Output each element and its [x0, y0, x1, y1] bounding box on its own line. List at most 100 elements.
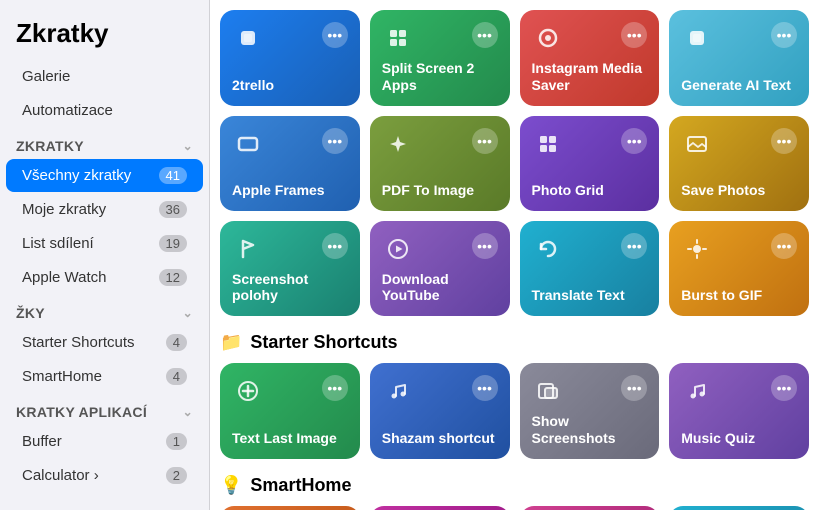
- sidebar-top-links: Galerie Automatizace: [0, 59, 209, 128]
- sidebar-badge: 41: [159, 167, 187, 184]
- section-grid-smarthome: ••• SmartHome 1 ••• SmartHome 2 ••• Smar…: [220, 506, 809, 510]
- section-title: Starter Shortcuts: [250, 332, 397, 353]
- card-more-button[interactable]: •••: [771, 233, 797, 259]
- sidebar-item-automatizace[interactable]: Automatizace: [6, 94, 203, 127]
- sidebar-item-galerie[interactable]: Galerie: [6, 60, 203, 93]
- sidebar-badge: 4: [166, 368, 187, 385]
- main-card-7-card[interactable]: ••• Save Photos: [669, 116, 809, 211]
- main-card-3-card[interactable]: ••• Generate AI Text: [669, 10, 809, 106]
- card-more-button[interactable]: •••: [771, 128, 797, 154]
- sidebar-item-list[interactable]: List sdílení19: [6, 227, 203, 260]
- section-header-starter: 📁 Starter Shortcuts: [220, 332, 809, 353]
- card-more-button[interactable]: •••: [621, 233, 647, 259]
- sidebar-badge: 12: [159, 269, 187, 286]
- card-title: Apple Frames: [232, 176, 348, 199]
- sidebar-item-moje[interactable]: Moje zkratky36: [6, 193, 203, 226]
- card-icon: [382, 233, 414, 265]
- starter-card-3-card[interactable]: ••• Music Quiz: [669, 363, 809, 459]
- sidebar-item-buffer[interactable]: Buffer1: [6, 425, 203, 458]
- card-icon: [382, 375, 414, 407]
- main-card-5-card[interactable]: ••• PDF To Image: [370, 116, 510, 211]
- card-more-button[interactable]: •••: [472, 22, 498, 48]
- card-more-button[interactable]: •••: [472, 233, 498, 259]
- sidebar-section-header-žky: žky⌄: [0, 295, 209, 325]
- card-more-button[interactable]: •••: [621, 375, 647, 401]
- card-title: Shazam shortcut: [382, 424, 498, 447]
- card-icon: [532, 233, 564, 265]
- card-icon: [382, 22, 414, 54]
- card-title: Burst to GIF: [681, 281, 797, 304]
- main-card-2-card[interactable]: ••• Instagram Media Saver: [520, 10, 660, 106]
- smarthome-card-3-card[interactable]: ••• SmartHome 4: [669, 506, 809, 510]
- card-top: •••: [681, 128, 797, 160]
- card-title: Screenshot polohy: [232, 265, 348, 305]
- card-icon: [681, 375, 713, 407]
- starter-card-1-card[interactable]: ••• Shazam shortcut: [370, 363, 510, 459]
- starter-card-0-card[interactable]: ••• Text Last Image: [220, 363, 360, 459]
- sidebar-item-starter[interactable]: Starter Shortcuts 4: [6, 326, 203, 359]
- section-icon: 💡: [220, 475, 242, 496]
- card-icon: [382, 128, 414, 160]
- sidebar-badge: 2: [166, 467, 187, 484]
- card-top: •••: [681, 375, 797, 407]
- card-top: •••: [382, 128, 498, 160]
- card-more-button[interactable]: •••: [621, 128, 647, 154]
- card-icon: [232, 233, 264, 265]
- smarthome-card-0-card[interactable]: ••• SmartHome 1: [220, 506, 360, 510]
- card-more-button[interactable]: •••: [322, 22, 348, 48]
- card-more-button[interactable]: •••: [322, 233, 348, 259]
- chevron-icon: ⌄: [183, 405, 193, 419]
- main-content: ••• 2trello ••• Split Screen 2 Apps ••• …: [210, 0, 825, 510]
- sidebar-item-label: Starter Shortcuts: [22, 334, 135, 351]
- card-top: •••: [232, 128, 348, 160]
- card-top: •••: [382, 22, 498, 54]
- card-more-button[interactable]: •••: [472, 375, 498, 401]
- card-top: •••: [532, 233, 648, 265]
- card-top: •••: [532, 22, 648, 54]
- card-more-button[interactable]: •••: [322, 128, 348, 154]
- main-card-10-card[interactable]: ••• Translate Text: [520, 221, 660, 317]
- sidebar-item-label: SmartHome: [22, 368, 102, 385]
- card-top: •••: [681, 233, 797, 265]
- sidebar-item-vsechny[interactable]: Všechny zkratky 41: [6, 159, 203, 192]
- main-card-8-card[interactable]: ••• Screenshot polohy: [220, 221, 360, 317]
- smarthome-card-2-card[interactable]: ••• SmartHome 3: [520, 506, 660, 510]
- main-sections: 📁 Starter Shortcuts ••• Text Last Image •…: [220, 332, 809, 510]
- card-more-button[interactable]: •••: [621, 22, 647, 48]
- card-more-button[interactable]: •••: [472, 128, 498, 154]
- card-top: •••: [532, 375, 648, 407]
- card-more-button[interactable]: •••: [771, 375, 797, 401]
- sidebar-badge: 36: [159, 201, 187, 218]
- section-icon: 📁: [220, 332, 242, 353]
- sidebar-section-header-kratkyaplikací: kratky aplikací⌄: [0, 394, 209, 424]
- sidebar-item-smarthome[interactable]: SmartHome 4: [6, 360, 203, 393]
- main-card-6-card[interactable]: ••• Photo Grid: [520, 116, 660, 211]
- card-more-button[interactable]: •••: [322, 375, 348, 401]
- card-title: Split Screen 2 Apps: [382, 54, 498, 94]
- card-icon: [532, 22, 564, 54]
- starter-card-2-card[interactable]: ••• Show Screenshots: [520, 363, 660, 459]
- card-title: Instagram Media Saver: [532, 54, 648, 94]
- sidebar-item-watch[interactable]: Apple Watch12: [6, 261, 203, 294]
- sidebar-item-label: Všechny zkratky: [22, 167, 131, 184]
- card-top: •••: [232, 375, 348, 407]
- main-card-11-card[interactable]: ••• Burst to GIF: [669, 221, 809, 317]
- card-title: Translate Text: [532, 281, 648, 304]
- main-shortcuts-grid: ••• 2trello ••• Split Screen 2 Apps ••• …: [220, 10, 809, 316]
- smarthome-card-1-card[interactable]: ••• SmartHome 2: [370, 506, 510, 510]
- main-card-4-card[interactable]: ••• Apple Frames: [220, 116, 360, 211]
- card-title: 2trello: [232, 71, 348, 94]
- section-title: SmartHome: [250, 475, 351, 496]
- card-more-button[interactable]: •••: [771, 22, 797, 48]
- sidebar-sections: zkratky⌄Všechny zkratky41Moje zkratky36L…: [0, 128, 209, 493]
- main-card-0-card[interactable]: ••• 2trello: [220, 10, 360, 106]
- section-header-smarthome: 💡 SmartHome: [220, 475, 809, 496]
- sidebar-title: Zkratky: [0, 0, 209, 59]
- main-card-9-card[interactable]: ••• Download YouTube: [370, 221, 510, 317]
- card-icon: [681, 128, 713, 160]
- main-card-1-card[interactable]: ••• Split Screen 2 Apps: [370, 10, 510, 106]
- card-title: Music Quiz: [681, 424, 797, 447]
- sidebar-item-calc[interactable]: Calculator ›2: [6, 459, 203, 492]
- card-icon: [232, 128, 264, 160]
- sidebar-badge: 4: [166, 334, 187, 351]
